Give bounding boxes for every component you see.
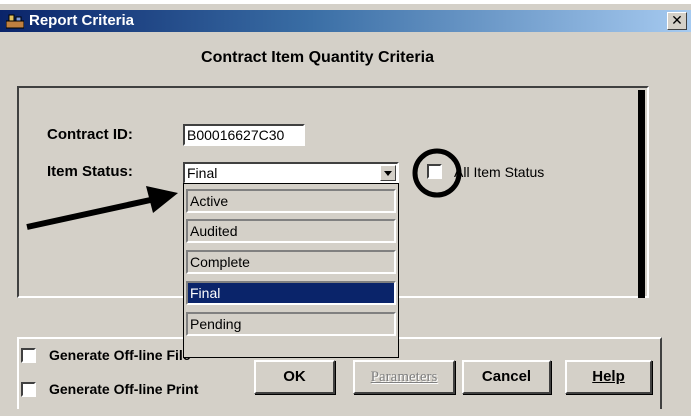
annotation-circle <box>412 148 462 198</box>
annotation-overlay <box>26 148 462 230</box>
annotation-arrow <box>26 186 178 230</box>
